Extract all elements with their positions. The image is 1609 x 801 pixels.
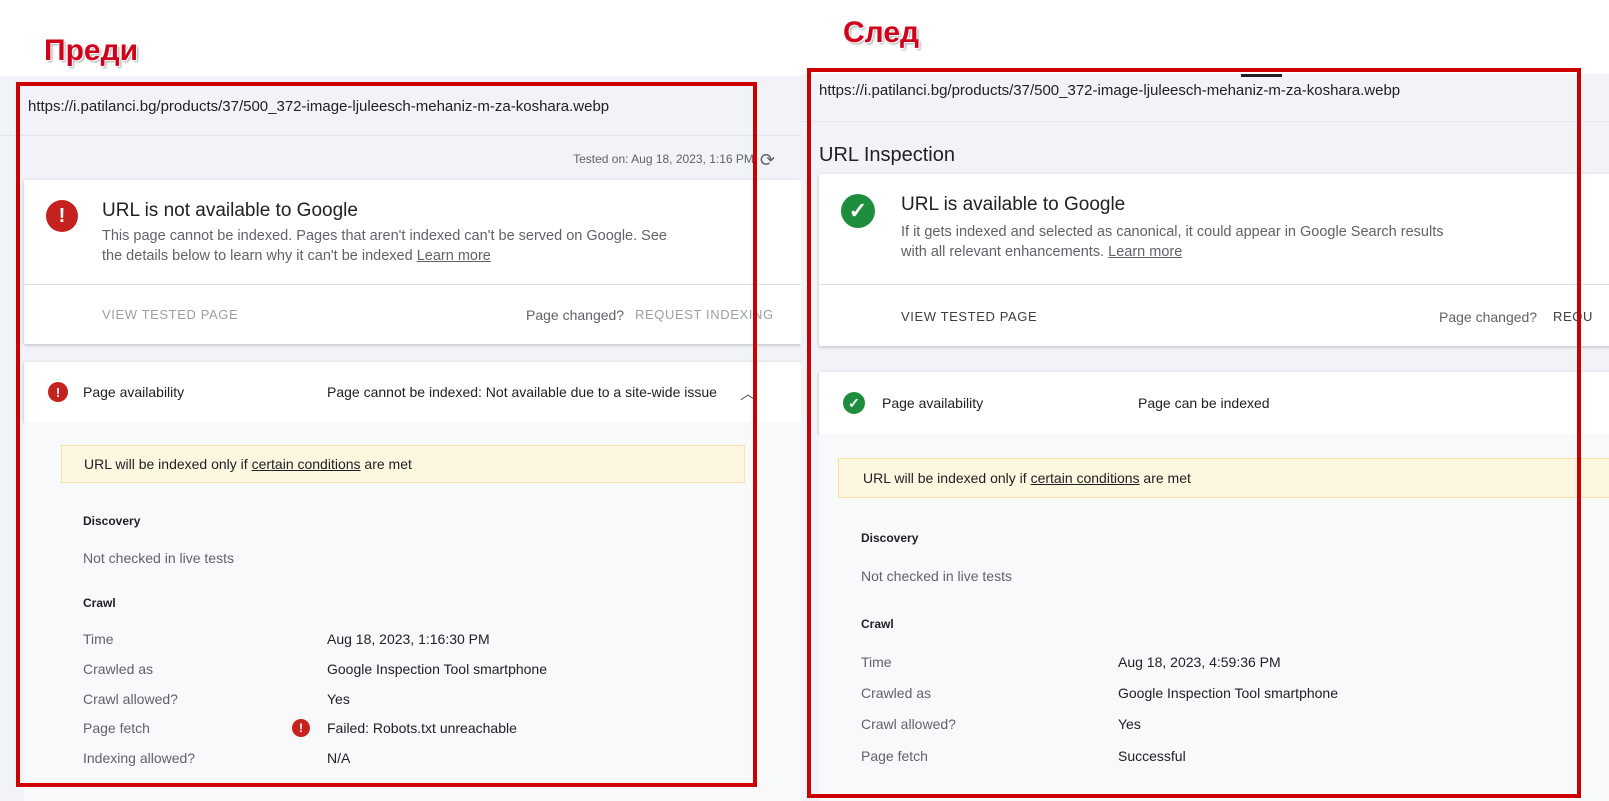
status-desc-line2: with all relevant enhancements.	[901, 244, 1105, 260]
request-indexing-button[interactable]: REQU	[1553, 309, 1593, 324]
crawl-row-value: Yes	[327, 691, 350, 707]
crawl-row-label: Crawled as	[861, 685, 932, 701]
notice-text-pre: URL will be indexed only if	[84, 456, 248, 472]
crawl-row-value: Successful	[1118, 748, 1186, 764]
before-label: Преди	[44, 34, 139, 67]
tested-on-text: Tested on: Aug 18, 2023, 1:16 PM	[573, 152, 754, 166]
crawl-heading: Crawl	[83, 596, 116, 610]
status-desc-line1: If it gets indexed and selected as canon…	[901, 224, 1444, 240]
certain-conditions-link[interactable]: certain conditions	[1031, 470, 1140, 486]
crawl-row-label: Crawl allowed?	[83, 691, 178, 707]
crawl-row-label: Crawled as	[83, 661, 154, 677]
error-icon: !	[292, 719, 310, 737]
after-panel: https://i.patilanci.bg/products/37/500_3…	[801, 74, 1609, 801]
availability-value: Page can be indexed	[1138, 395, 1270, 411]
notice-text-post: are met	[364, 456, 412, 472]
status-title: URL is not available to Google	[102, 200, 358, 221]
notice-text-post: are met	[1143, 470, 1191, 486]
notice-text-pre: URL will be indexed only if	[863, 470, 1027, 486]
url-bar: https://i.patilanci.bg/products/37/500_3…	[0, 76, 801, 136]
check-circle-icon: ✓	[843, 392, 865, 414]
request-indexing-button[interactable]: REQUEST INDEXING	[635, 307, 774, 322]
divider	[819, 284, 1609, 285]
page-changed-text: Page changed?	[526, 307, 625, 323]
status-title: URL is available to Google	[901, 194, 1126, 215]
page-title: URL Inspection	[819, 144, 955, 166]
availability-row[interactable]: ✓ Page availability Page can be indexed	[819, 372, 1609, 434]
status-card: ! URL is not available to Google This pa…	[24, 180, 801, 344]
check-circle-icon: ✓	[841, 194, 875, 228]
view-tested-page-button[interactable]: VIEW TESTED PAGE	[901, 309, 1037, 324]
crawl-row-label: Page fetch	[83, 720, 150, 736]
after-label: След	[843, 16, 920, 49]
availability-row[interactable]: ! Page availability Page cannot be index…	[24, 362, 801, 422]
tab-indicator	[1241, 74, 1282, 77]
crawl-row-value: Google Inspection Tool smartphone	[1118, 685, 1338, 701]
certain-conditions-link[interactable]: certain conditions	[252, 456, 361, 472]
refresh-icon[interactable]: ⟳	[760, 150, 775, 171]
crawl-row-value: N/A	[327, 750, 351, 766]
indexing-conditions-notice: URL will be indexed only if certain cond…	[838, 458, 1609, 498]
learn-more-link[interactable]: Learn more	[417, 248, 491, 264]
crawl-row-value: Failed: Robots.txt unreachable	[327, 720, 517, 736]
inspected-url: https://i.patilanci.bg/products/37/500_3…	[819, 82, 1401, 99]
crawl-row-label: Indexing allowed?	[83, 750, 196, 766]
availability-label: Page availability	[882, 395, 984, 411]
crawl-row-value: Aug 18, 2023, 1:16:30 PM	[327, 631, 490, 647]
discovery-heading: Discovery	[83, 514, 141, 528]
discovery-value: Not checked in live tests	[83, 550, 234, 566]
error-icon: !	[46, 200, 78, 232]
error-icon: !	[48, 382, 68, 402]
discovery-heading: Discovery	[861, 531, 919, 545]
indexing-conditions-notice: URL will be indexed only if certain cond…	[61, 445, 745, 483]
tested-on-row: Tested on: Aug 18, 2023, 1:16 PM ⟳	[573, 150, 775, 171]
discovery-value: Not checked in live tests	[861, 568, 1012, 584]
status-description: This page cannot be indexed. Pages that …	[102, 226, 667, 266]
crawl-heading: Crawl	[861, 617, 894, 631]
before-panel: https://i.patilanci.bg/products/37/500_3…	[0, 76, 801, 801]
status-desc-line1: This page cannot be indexed. Pages that …	[102, 228, 667, 244]
status-desc-line2: the details below to learn why it can't …	[102, 248, 413, 264]
chevron-up-icon[interactable]: ︿	[740, 380, 756, 404]
learn-more-link[interactable]: Learn more	[1108, 244, 1182, 260]
crawl-row-label: Time	[83, 631, 114, 647]
view-tested-page-button[interactable]: VIEW TESTED PAGE	[102, 307, 238, 322]
availability-label: Page availability	[83, 384, 185, 400]
crawl-row-label: Page fetch	[861, 748, 928, 764]
availability-value: Page cannot be indexed: Not available du…	[327, 384, 717, 400]
divider	[24, 284, 801, 285]
inspected-url: https://i.patilanci.bg/products/37/500_3…	[28, 98, 610, 115]
crawl-row-value: Google Inspection Tool smartphone	[327, 661, 547, 677]
crawl-row-value: Yes	[1118, 716, 1141, 732]
crawl-row-value: Aug 18, 2023, 4:59:36 PM	[1118, 654, 1281, 670]
page-changed-text: Page changed?	[1439, 309, 1538, 325]
status-description: If it gets indexed and selected as canon…	[901, 222, 1443, 262]
crawl-row-label: Time	[861, 654, 892, 670]
crawl-row-label: Crawl allowed?	[861, 716, 956, 732]
url-bar: https://i.patilanci.bg/products/37/500_3…	[801, 74, 1609, 122]
status-card: ✓ URL is available to Google If it gets …	[819, 174, 1609, 346]
